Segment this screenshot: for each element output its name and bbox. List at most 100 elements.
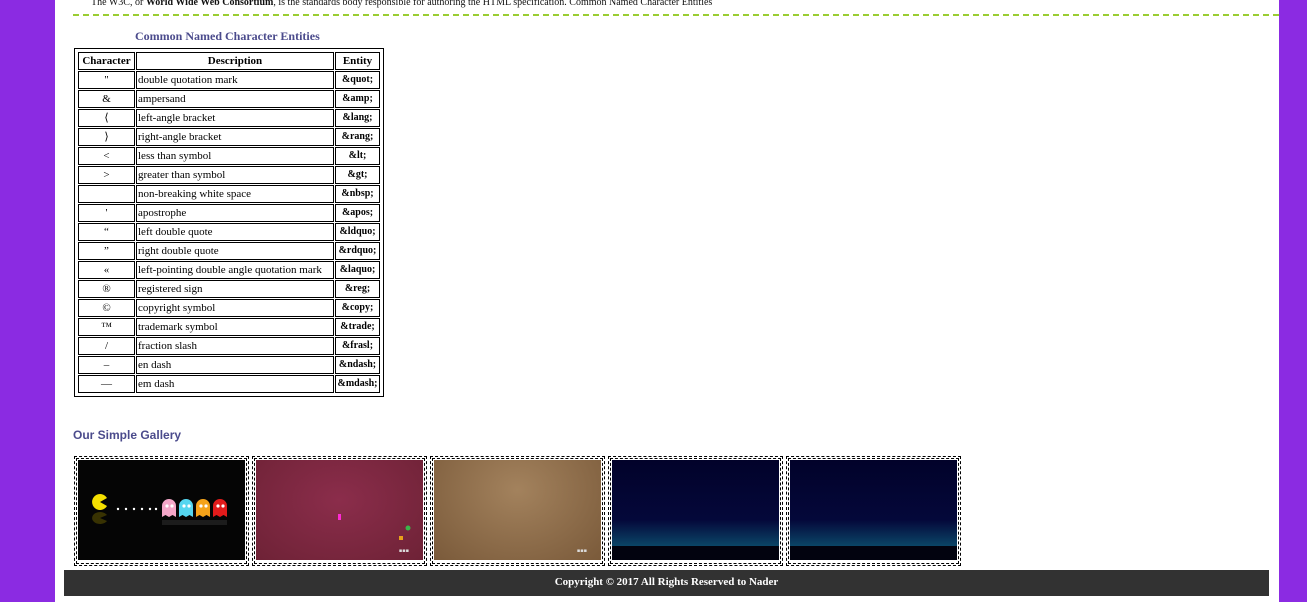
entity-table: Character Description Entity " double quo…	[77, 51, 381, 394]
gallery-item[interactable]	[74, 456, 249, 566]
cell-character: ⟨	[78, 109, 135, 127]
cell-entity: &ldquo;	[335, 223, 380, 241]
entity-table-frame: Character Description Entity " double quo…	[74, 48, 384, 397]
cell-character: ⟩	[78, 128, 135, 146]
gallery-item[interactable]: ▪▪▪	[252, 456, 427, 566]
gallery-item[interactable]	[786, 456, 961, 566]
watermark-icon: ▪▪▪	[576, 548, 587, 554]
cell-character: –	[78, 356, 135, 374]
cell-character: —	[78, 375, 135, 393]
cell-entity: &mdash;	[335, 375, 380, 393]
night-sky-image[interactable]	[612, 460, 779, 560]
brown-landscape-image[interactable]: ▪▪▪	[434, 460, 601, 560]
entity-table-body: " double quotation mark &quot; & ampersand &a…	[78, 71, 380, 393]
intro-text: The W3C, or World Wide Web Consortium, i…	[91, 0, 1241, 8]
cell-description: ampersand	[136, 90, 334, 108]
cell-character: ®	[78, 280, 135, 298]
cell-entity: &rang;	[335, 128, 380, 146]
footer: Copyright © 2017 All Rights Reserved to …	[64, 570, 1269, 596]
cell-character: &	[78, 90, 135, 108]
cell-character: «	[78, 261, 135, 279]
cell-character: ”	[78, 242, 135, 260]
cell-entity: &copy;	[335, 299, 380, 317]
cell-description: en dash	[136, 356, 334, 374]
table-row: ® registered sign &reg;	[78, 280, 380, 298]
cell-description: non-breaking white space	[136, 185, 334, 203]
cell-character: “	[78, 223, 135, 241]
table-row: non-breaking white space &nbsp;	[78, 185, 380, 203]
pacman-image[interactable]	[78, 460, 245, 560]
cell-description: em dash	[136, 375, 334, 393]
cell-entity: &amp;	[335, 90, 380, 108]
cell-description: right double quote	[136, 242, 334, 260]
cell-entity: &reg;	[335, 280, 380, 298]
cell-entity: &rdquo;	[335, 242, 380, 260]
cell-description: left-angle bracket	[136, 109, 334, 127]
cell-description: trademark symbol	[136, 318, 334, 336]
mountain-ridge	[612, 546, 779, 560]
cell-character	[78, 185, 135, 203]
cell-entity: &trade;	[335, 318, 380, 336]
gallery-title: Our Simple Gallery	[73, 428, 182, 442]
cell-description: fraction slash	[136, 337, 334, 355]
table-row: > greater than symbol &gt;	[78, 166, 380, 184]
cell-entity: &gt;	[335, 166, 380, 184]
gallery-item[interactable]: ▪▪▪	[430, 456, 605, 566]
cell-description: apostrophe	[136, 204, 334, 222]
page-container: The W3C, or World Wide Web Consortium, i…	[55, 0, 1279, 602]
mountain-ridge	[790, 546, 957, 560]
table-header-row: Character Description Entity	[78, 52, 380, 70]
cell-description: right-angle bracket	[136, 128, 334, 146]
table-row: “left double quote &ldquo;	[78, 223, 380, 241]
cell-character: ™	[78, 318, 135, 336]
red-landscape-image[interactable]: ▪▪▪	[256, 460, 423, 560]
section-divider	[73, 14, 1279, 16]
table-row: & ampersand &amp;	[78, 90, 380, 108]
intro-prefix: The W3C, or	[91, 0, 146, 8]
cell-description: registered sign	[136, 280, 334, 298]
cell-entity: &lt;	[335, 147, 380, 165]
cell-character: <	[78, 147, 135, 165]
night-sky-image-2[interactable]	[790, 460, 957, 560]
cell-description: left double quote	[136, 223, 334, 241]
table-row: / fraction slash &frasl;	[78, 337, 380, 355]
gallery: ▪▪▪ ▪▪▪	[74, 456, 961, 566]
table-row: " double quotation mark &quot;	[78, 71, 380, 89]
cell-entity: &frasl;	[335, 337, 380, 355]
cell-entity: &apos;	[335, 204, 380, 222]
table-row: < less than symbol &lt;	[78, 147, 380, 165]
cell-description: copyright symbol	[136, 299, 334, 317]
table-title: Common Named Character Entities	[135, 29, 320, 43]
intro-suffix: , is the standards body responsible for …	[273, 0, 713, 8]
header-description: Description	[136, 52, 334, 70]
cell-description: less than symbol	[136, 147, 334, 165]
table-row: — em dash &mdash;	[78, 375, 380, 393]
cell-description: double quotation mark	[136, 71, 334, 89]
cell-character: '	[78, 204, 135, 222]
gallery-item[interactable]	[608, 456, 783, 566]
table-row: © copyright symbol &copy;	[78, 299, 380, 317]
header-entity: Entity	[335, 52, 380, 70]
table-row: «left-pointing double angle quotation ma…	[78, 261, 380, 279]
cell-entity: &ndash;	[335, 356, 380, 374]
watermark-icon: ▪▪▪	[398, 548, 409, 554]
cell-character: "	[78, 71, 135, 89]
cell-description: left-pointing double angle quotation mar…	[136, 261, 334, 279]
footer-copyright: Copyright © 2017 All Rights Reserved to …	[554, 576, 779, 588]
cell-description: greater than symbol	[136, 166, 334, 184]
cell-entity: &quot;	[335, 71, 380, 89]
table-row: ⟩ right-angle bracket &rang;	[78, 128, 380, 146]
intro-bold: World Wide Web Consortium	[145, 0, 274, 8]
cell-entity: &laquo;	[335, 261, 380, 279]
cell-character: >	[78, 166, 135, 184]
cell-character: ©	[78, 299, 135, 317]
pacman-illustration	[92, 494, 227, 525]
table-row: ' apostrophe &apos;	[78, 204, 380, 222]
table-row: ⟨ left-angle bracket &lang;	[78, 109, 380, 127]
cell-character: /	[78, 337, 135, 355]
header-character: Character	[78, 52, 135, 70]
table-row: ” right double quote &rdquo;	[78, 242, 380, 260]
cell-entity: &nbsp;	[335, 185, 380, 203]
red-landscape-illustration	[338, 514, 411, 540]
table-row: – en dash &ndash;	[78, 356, 380, 374]
